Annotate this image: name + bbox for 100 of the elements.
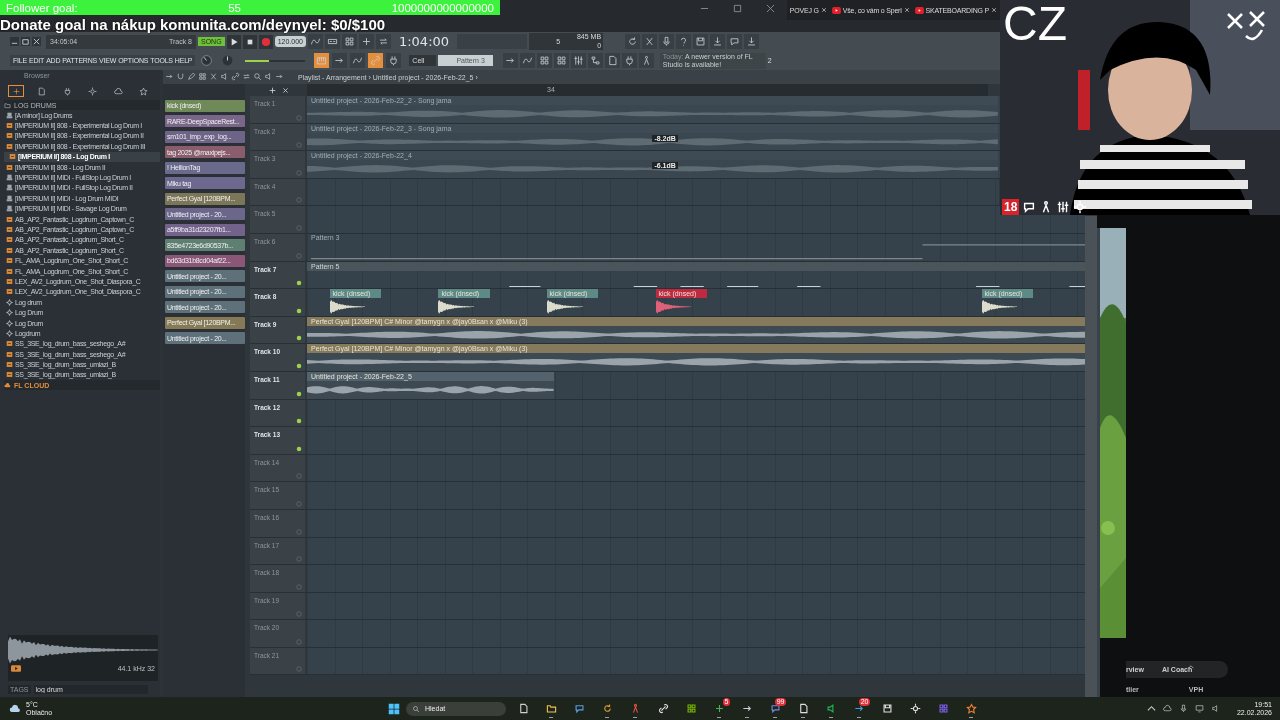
track-lane[interactable] — [307, 565, 1085, 592]
toolbar-button[interactable] — [710, 34, 726, 49]
tool-button[interactable] — [187, 72, 197, 82]
enabled-dot[interactable] — [296, 390, 302, 397]
track-lane[interactable] — [307, 537, 1085, 565]
age-badge: 18 — [1002, 199, 1020, 215]
tool-button[interactable] — [165, 72, 175, 82]
toggle-button[interactable] — [350, 53, 366, 68]
track-lane[interactable] — [307, 647, 1085, 675]
close-icon[interactable] — [903, 7, 910, 13]
play-icon[interactable] — [226, 34, 241, 49]
track-lane[interactable] — [307, 482, 1085, 509]
track-lane[interactable] — [307, 592, 1085, 620]
tool-button[interactable] — [231, 72, 241, 82]
toolbar-button[interactable] — [621, 53, 637, 68]
speaker-icon[interactable] — [1210, 704, 1220, 713]
close-icon[interactable] — [820, 7, 827, 13]
toolbar-button[interactable] — [375, 34, 391, 49]
enabled-dot[interactable] — [296, 362, 302, 369]
toolbar-button[interactable] — [358, 34, 374, 49]
toolbar-button[interactable] — [536, 53, 552, 68]
toolbar-button[interactable] — [625, 34, 641, 49]
track-lane[interactable] — [307, 178, 999, 206]
toolbar-button[interactable] — [341, 34, 357, 49]
arrow-icon — [504, 55, 516, 66]
toolbar-button[interactable] — [638, 53, 654, 68]
curve-icon — [521, 55, 533, 66]
tool-button[interactable] — [176, 72, 186, 82]
toolbar-button[interactable] — [642, 34, 658, 49]
toggle-button[interactable] — [368, 53, 384, 68]
track-lane[interactable] — [307, 454, 1085, 482]
play-icon[interactable] — [11, 665, 21, 672]
refresh-icon — [601, 703, 613, 714]
toolbar-button[interactable] — [519, 53, 535, 68]
track-lane[interactable] — [307, 427, 1085, 454]
track-lane[interactable] — [307, 399, 1085, 427]
toggle-button[interactable] — [332, 53, 348, 68]
refresh-icon — [627, 36, 639, 47]
scrollbar[interactable] — [1085, 216, 1097, 697]
cloud-icon[interactable] — [1162, 704, 1172, 713]
tool-button[interactable] — [253, 72, 263, 82]
toolbar-button[interactable] — [570, 53, 586, 68]
toolbar-button[interactable] — [604, 53, 620, 68]
speaker-icon — [220, 72, 229, 81]
toolbar-button[interactable] — [676, 34, 692, 49]
audio-file-icon — [6, 246, 13, 254]
close-icon[interactable] — [765, 4, 775, 13]
close-icon[interactable] — [281, 86, 289, 94]
tool-button[interactable] — [209, 72, 219, 82]
close-icon[interactable] — [991, 7, 997, 13]
curve-icon — [352, 55, 364, 66]
toolbar-button[interactable] — [693, 34, 709, 49]
tool-button[interactable] — [275, 72, 285, 82]
track-lane[interactable] — [307, 620, 1085, 647]
stop-icon[interactable] — [242, 34, 257, 49]
enabled-dot[interactable] — [296, 445, 302, 452]
plus-icon — [11, 86, 21, 96]
knob[interactable] — [200, 54, 214, 67]
enabled-dot[interactable] — [296, 335, 302, 342]
toolbar-button[interactable] — [324, 34, 340, 49]
close-icon[interactable] — [32, 37, 41, 46]
tool-button[interactable] — [242, 72, 252, 82]
cloud-icon — [4, 381, 11, 389]
sliders-icon — [1056, 200, 1071, 214]
enabled-dot[interactable] — [296, 280, 302, 287]
maximize-icon[interactable] — [732, 4, 742, 13]
pencil-icon — [187, 72, 196, 81]
grid-icon — [555, 55, 567, 66]
minimize-icon[interactable] — [10, 37, 19, 46]
floppy-icon — [695, 36, 707, 47]
toolbar-button[interactable] — [727, 34, 743, 49]
microphone-icon — [661, 36, 673, 47]
restore-icon[interactable] — [21, 37, 30, 46]
browser-tab[interactable] — [8, 85, 24, 97]
toolbar-button[interactable] — [307, 34, 323, 49]
knob[interactable] — [221, 54, 235, 67]
link-icon — [231, 72, 240, 81]
toolbar-button[interactable] — [502, 53, 518, 68]
cloud-icon — [113, 86, 123, 96]
microphone-icon[interactable] — [1178, 704, 1188, 713]
toggle-button[interactable] — [386, 53, 402, 68]
star-icon — [965, 703, 977, 714]
enabled-dot[interactable] — [296, 418, 302, 425]
audio-file-icon — [6, 340, 13, 348]
download-icon — [712, 36, 724, 47]
slider-fill[interactable] — [245, 59, 270, 62]
track-lane[interactable] — [307, 509, 1085, 537]
toolbar-button[interactable] — [553, 53, 569, 68]
toggle-button[interactable] — [314, 53, 330, 68]
toolbar-button[interactable] — [744, 34, 760, 49]
score-icon — [6, 111, 13, 119]
monitor-icon[interactable] — [1194, 704, 1204, 713]
enabled-dot[interactable] — [296, 307, 302, 314]
tool-button[interactable] — [198, 72, 208, 82]
plus-icon[interactable] — [268, 86, 276, 94]
toolbar-button[interactable] — [659, 34, 675, 49]
floppy-icon — [881, 703, 893, 714]
windows-logo-icon[interactable] — [388, 702, 400, 715]
curve-icon — [309, 36, 321, 47]
toolbar-button[interactable] — [587, 53, 603, 68]
